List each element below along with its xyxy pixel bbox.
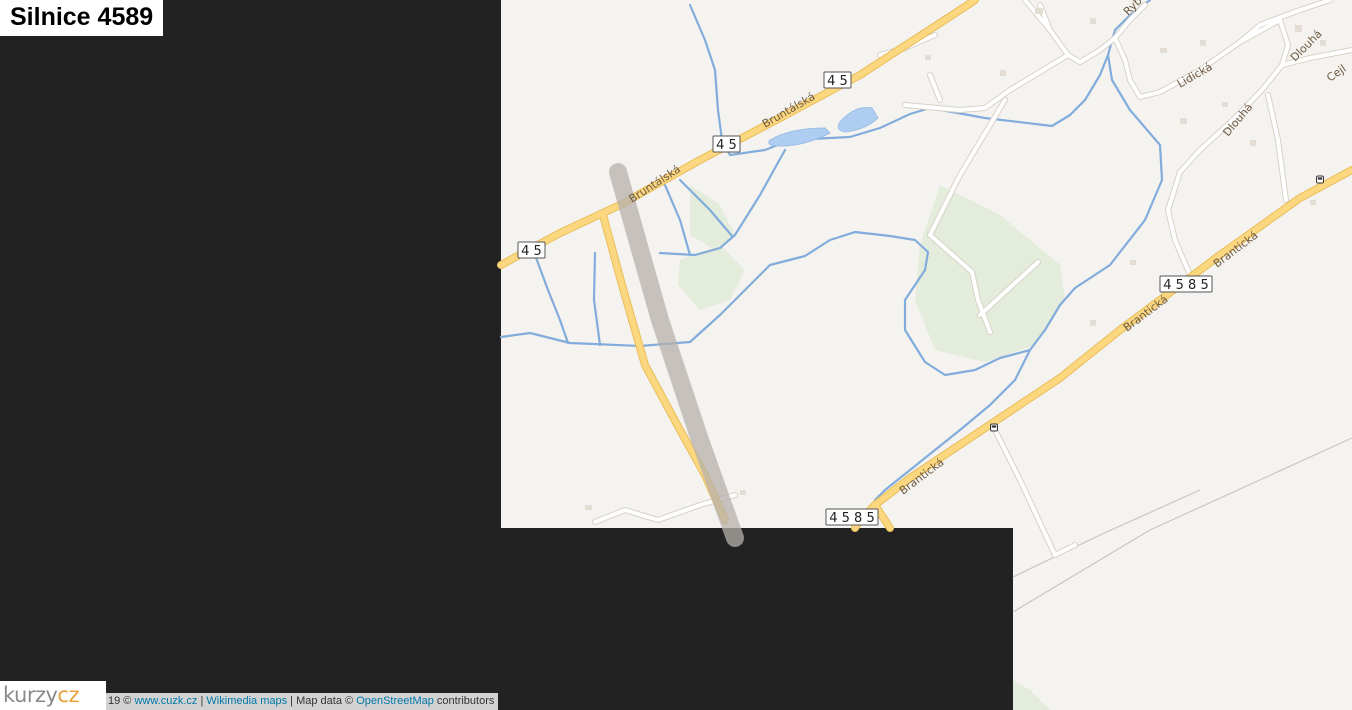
route-shield: 4 5 8 5 bbox=[825, 508, 879, 526]
logo-text-cz: cz bbox=[57, 683, 79, 707]
map-canvas[interactable]: Bruntálská Bruntálská Brantická Brantick… bbox=[0, 0, 1352, 710]
bus-stop-icon[interactable] bbox=[1316, 175, 1324, 184]
route-shield: 4 5 bbox=[823, 71, 852, 89]
route-shield: 4 5 8 5 bbox=[1159, 275, 1213, 293]
cuzk-link[interactable]: www.cuzk.cz bbox=[134, 695, 197, 707]
route-shield: 4 5 bbox=[517, 241, 546, 259]
attribution-contributors: contributors bbox=[436, 695, 495, 707]
kurzy-logo[interactable]: kurzycz bbox=[0, 681, 106, 710]
page-title: Silnice 4589 bbox=[0, 0, 164, 36]
route-shield-label: 4 5 8 5 bbox=[829, 511, 874, 526]
attribution-separator: | bbox=[200, 695, 204, 707]
openstreetmap-link[interactable]: OpenStreetMap bbox=[356, 695, 434, 707]
route-shield-label: 4 5 bbox=[521, 244, 542, 259]
logo-text-kurzy: kurzy bbox=[3, 683, 58, 707]
route-shield-label: 4 5 8 5 bbox=[1163, 278, 1208, 293]
map-attribution: 19 © www.cuzk.cz | Wikimedia maps | Map … bbox=[106, 693, 499, 710]
attribution-map-data: | Map data © bbox=[290, 695, 354, 707]
attribution-copyright: 19 © bbox=[108, 695, 132, 707]
route-shield-label: 4 5 bbox=[716, 138, 737, 153]
route-shield: 4 5 bbox=[712, 135, 741, 153]
route-shield-label: 4 5 bbox=[827, 74, 848, 89]
bus-stop-icon[interactable] bbox=[990, 423, 998, 432]
wikimedia-maps-link[interactable]: Wikimedia maps bbox=[206, 695, 287, 707]
